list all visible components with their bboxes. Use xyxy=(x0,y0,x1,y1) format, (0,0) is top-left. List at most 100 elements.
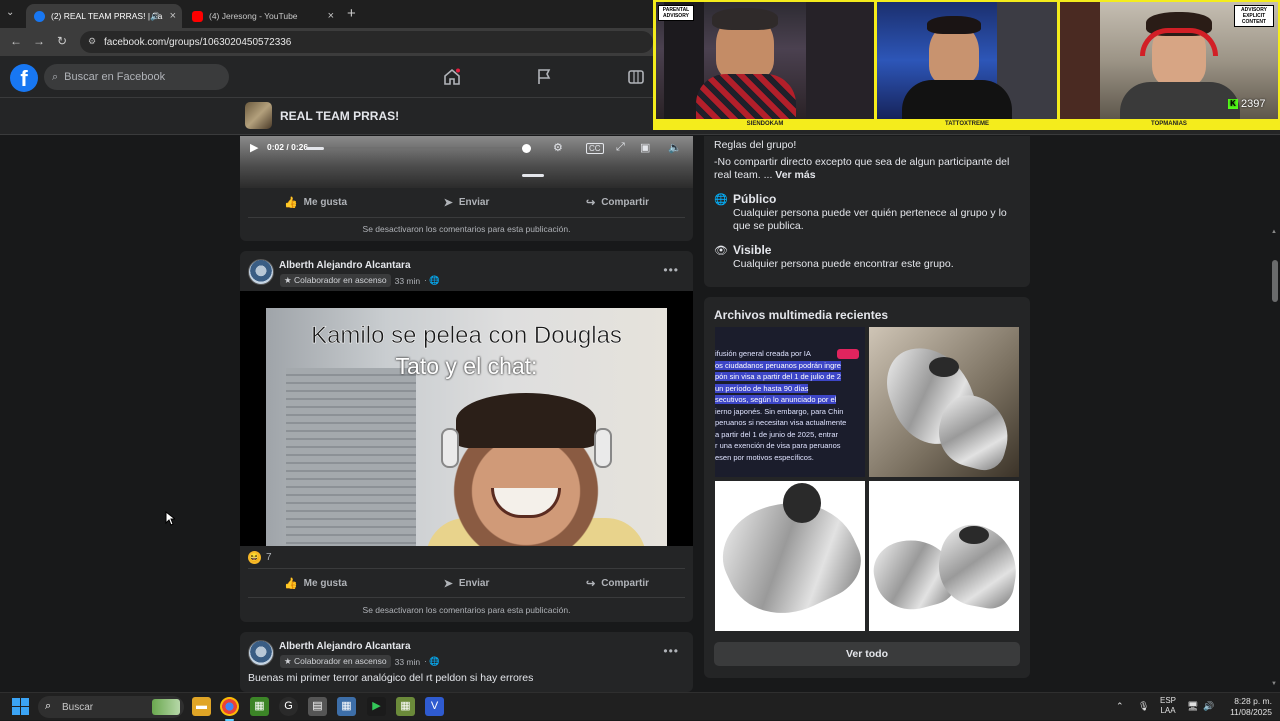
author-name[interactable]: Alberth Alejandro Alcantara xyxy=(279,260,411,271)
streamer-shirt xyxy=(696,74,796,119)
author-avatar[interactable] xyxy=(248,640,274,666)
new-tab-button[interactable]: + xyxy=(347,5,356,22)
windows-start-icon[interactable] xyxy=(12,698,29,715)
headset-left xyxy=(441,428,459,468)
settings-icon[interactable]: ⚙ xyxy=(553,141,563,154)
media-thumbnail-armor-shoe[interactable] xyxy=(715,481,865,631)
contributor-badge[interactable]: ★ Colaborador en ascenso xyxy=(280,274,391,287)
lang-top: ESP xyxy=(1160,696,1177,705)
share-button[interactable]: ↪ Compartir xyxy=(542,570,693,596)
speaker-icon[interactable]: 🔊 xyxy=(1203,701,1214,712)
network-icon[interactable]: 🖥 xyxy=(1187,701,1198,712)
media-thumbnail-armor-boot[interactable] xyxy=(869,327,1019,477)
video-player[interactable]: ▶ 0:02 / 0:26 ⚙ CC ⤢ ▣ 🔈 xyxy=(240,136,693,188)
video-progress-bar[interactable] xyxy=(306,147,526,150)
rules-text: -No compartir directo excepto que sea de… xyxy=(714,156,1014,182)
recent-media-card: Archivos multimedia recientes ifusión ge… xyxy=(704,297,1030,678)
like-button[interactable]: 👍 Me gusta xyxy=(240,570,391,596)
cam-name-3: TOPMANIAS xyxy=(1151,121,1187,127)
share-icon: ↪ xyxy=(585,196,596,209)
fullscreen-icon[interactable]: ⤢ xyxy=(616,141,625,154)
post-actions: 👍 Me gusta ➤ Enviar ↪ Compartir xyxy=(240,189,693,215)
captions-icon[interactable]: CC xyxy=(586,143,604,154)
send-button[interactable]: ➤ Enviar xyxy=(391,570,542,596)
app-g-icon[interactable]: G xyxy=(279,697,298,716)
post-media[interactable]: Kamilo se pelea con Douglas Tato y el ch… xyxy=(240,291,693,546)
scroll-down-icon[interactable]: ▼ xyxy=(1271,681,1277,687)
minecraft-icon[interactable]: ▦ xyxy=(250,697,269,716)
clock-date: 11/08/2025 xyxy=(1230,707,1272,717)
post-text: Buenas mi primer terror analógico del rt… xyxy=(248,672,534,684)
like-button[interactable]: 👍 Me gusta xyxy=(240,189,391,215)
file-explorer-icon[interactable]: ▬ xyxy=(192,697,211,716)
calculator-icon[interactable]: ▦ xyxy=(337,697,356,716)
see-more-link[interactable]: Ver más xyxy=(775,169,815,181)
news-line: a partir del 1 de junio de 2025, entrar xyxy=(715,429,838,439)
post-time[interactable]: 33 min xyxy=(395,657,421,667)
volume-slider[interactable] xyxy=(522,174,544,177)
more-options-icon[interactable]: ••• xyxy=(663,644,679,658)
armor-strap xyxy=(929,357,959,377)
flag-pages-icon[interactable] xyxy=(535,68,553,86)
reaction-count: 7 xyxy=(266,552,272,563)
cam-name-1: SIENDOKAM xyxy=(746,121,784,127)
streamer-hair xyxy=(927,16,981,34)
author-name[interactable]: Alberth Alejandro Alcantara xyxy=(279,641,411,652)
author-avatar[interactable] xyxy=(248,259,274,285)
volume-knob[interactable] xyxy=(522,144,531,153)
tab-search-menu-icon[interactable]: ⌄ xyxy=(6,7,14,18)
taskbar-search-input[interactable]: ⌕ Buscar xyxy=(38,696,184,718)
reload-icon[interactable]: ↻ xyxy=(57,34,67,48)
media-thumbnail-news[interactable]: ifusión general creada por IA os ciudadan… xyxy=(715,327,865,477)
close-tab-icon[interactable]: × xyxy=(328,10,334,22)
more-options-icon[interactable]: ••• xyxy=(663,263,679,277)
send-button[interactable]: ➤ Enviar xyxy=(391,189,542,215)
scroll-up-icon[interactable]: ▲ xyxy=(1271,229,1277,235)
pip-icon[interactable]: ▣ xyxy=(640,141,650,154)
media-thumbnail-armor-pair[interactable] xyxy=(869,481,1019,631)
badge-label: Colaborador en ascenso xyxy=(293,656,387,666)
back-icon[interactable]: ← xyxy=(10,34,22,48)
audio-icon[interactable]: 🔊 xyxy=(150,12,160,21)
page-scrollbar[interactable] xyxy=(1269,135,1280,692)
reactions-summary[interactable]: 😆 7 xyxy=(248,551,272,564)
media-player-icon[interactable]: ▶ xyxy=(367,697,386,716)
close-tab-icon[interactable]: × xyxy=(170,10,176,22)
taskbar-clock[interactable]: 8:28 p. m. 11/08/2025 xyxy=(1222,696,1272,718)
tab-facebook[interactable]: (2) REAL TEAM PRRAS! | Fa 🔊 × xyxy=(26,4,182,28)
chrome-icon[interactable] xyxy=(220,697,239,721)
forward-icon[interactable]: → xyxy=(33,34,45,48)
meme-caption-subtitle: Tato y el chat: xyxy=(395,353,538,379)
site-info-icon[interactable]: ⚙ xyxy=(88,36,96,47)
facebook-logo[interactable]: f xyxy=(10,64,38,92)
news-line: pón sin visa a partir del 1 de julio de … xyxy=(715,372,841,381)
globe-icon: · 🌐 xyxy=(424,656,440,666)
play-icon[interactable]: ▶ xyxy=(250,141,258,154)
share-button[interactable]: ↪ Compartir xyxy=(542,189,693,215)
group-name[interactable]: REAL TEAM PRRAS! xyxy=(280,109,399,123)
rules-title: Reglas del grupo! xyxy=(714,139,797,151)
group-avatar[interactable] xyxy=(245,102,272,129)
game-icon[interactable]: ▦ xyxy=(396,697,415,716)
like-label: Me gusta xyxy=(303,577,348,589)
facebook-search-input[interactable]: ⌕ Buscar en Facebook xyxy=(44,64,229,90)
input-language[interactable]: ESP LAA xyxy=(1160,696,1176,716)
contributor-badge[interactable]: ★ Colaborador en ascenso xyxy=(280,655,391,668)
microphone-icon[interactable]: 🎙 xyxy=(1138,701,1149,712)
facebook-favicon-icon xyxy=(34,10,45,22)
send-label: Enviar xyxy=(458,196,490,208)
see-all-button[interactable]: Ver todo xyxy=(714,642,1020,666)
volume-icon[interactable]: 🔈 xyxy=(668,141,682,154)
send-icon: ➤ xyxy=(443,577,453,590)
clock-time: 8:28 p. m. xyxy=(1234,696,1272,706)
app-window-icon[interactable]: ▤ xyxy=(308,697,327,716)
post-time[interactable]: 33 min xyxy=(395,276,421,286)
home-icon[interactable] xyxy=(443,68,461,86)
scrollbar-thumb[interactable] xyxy=(1272,260,1278,302)
post-card-meme: Alberth Alejandro Alcantara ★ Colaborado… xyxy=(240,251,693,622)
tray-overflow-icon[interactable]: ⌃ xyxy=(1116,701,1124,712)
app-v-icon[interactable]: V xyxy=(425,697,444,716)
tab-youtube[interactable]: (4) Jeresong - YouTube × xyxy=(184,4,340,28)
url-field[interactable]: ⚙ facebook.com/groups/1063020450572336 xyxy=(80,31,653,53)
gaming-icon[interactable] xyxy=(627,68,645,86)
